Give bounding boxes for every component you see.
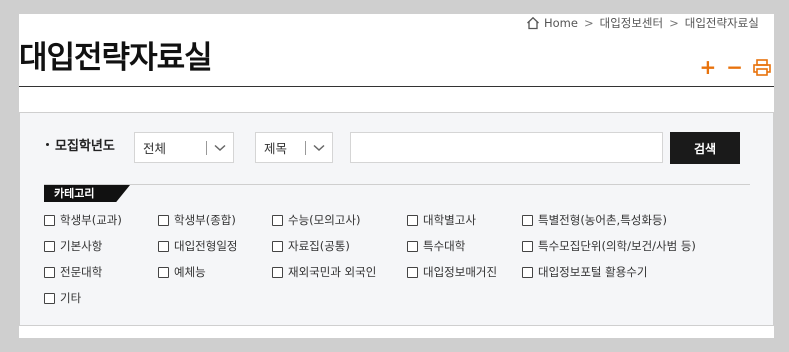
title-divider [19,86,774,87]
category-checkbox-item[interactable]: 자료집(공통) [272,238,350,254]
checkbox-label: 기본사항 [60,239,103,253]
checkbox-label: 수능(모의고사) [288,213,361,227]
checkbox[interactable] [272,266,283,278]
checkbox[interactable] [272,214,283,226]
search-button[interactable]: 검색 [670,132,740,164]
page-title: 대입전략자료실 [19,40,213,76]
category-checkbox-item[interactable]: 대입정보매거진 [407,264,497,280]
checkbox-label: 학생부(교과) [60,213,122,227]
checkbox[interactable] [407,214,418,226]
checkbox[interactable] [158,240,169,252]
checkbox[interactable] [407,266,418,278]
breadcrumb-level2[interactable]: 대입전략자료실 [685,15,759,31]
year-label-text: 모집학년도 [55,139,115,154]
category-checkbox-item[interactable]: 특수대학 [407,238,465,254]
checkbox[interactable] [44,292,55,304]
checkbox-label: 전문대학 [60,265,103,279]
category-checkbox-item[interactable]: 예체능 [158,264,206,280]
breadcrumb-level1[interactable]: 대입정보센터 [600,15,663,31]
field-select-value: 제목 [264,141,288,156]
zoom-in-button[interactable]: + [699,57,716,77]
checkbox[interactable] [44,240,55,252]
breadcrumb-separator: > [583,16,594,30]
checkbox-label: 특별전형(농어촌,특성화등) [538,213,668,227]
year-filter-label: 모집학년도 [46,135,115,154]
breadcrumb-home[interactable]: Home [544,16,578,30]
search-field-select[interactable]: 제목 [255,132,333,163]
checkbox-label: 특수모집단위(의학/보건/사범 등) [538,239,696,253]
category-checkbox-item[interactable]: 수능(모의고사) [272,212,360,228]
category-label: 카테고리 [44,185,130,202]
search-panel: 모집학년도 전체 제목 검색 카테고리 학생부(교과) 학생부(종합) 수능(모의고… [19,112,774,326]
checkbox-label: 대입정보포털 활용수기 [538,265,648,279]
checkbox-label: 기타 [60,291,82,305]
checkbox-label: 대입전형일정 [174,239,238,253]
checkbox[interactable] [44,266,55,278]
print-icon[interactable] [753,58,771,76]
checkbox-label: 대입정보매거진 [423,265,498,279]
category-checkbox-item[interactable]: 기타 [44,290,81,306]
category-checkbox-item[interactable]: 전문대학 [44,264,102,280]
chevron-down-icon [306,144,332,152]
category-checkbox-item[interactable]: 대입전형일정 [158,238,237,254]
category-checkbox-item[interactable]: 학생부(종합) [158,212,236,228]
checkbox-label: 특수대학 [423,239,466,253]
checkbox[interactable] [44,214,55,226]
checkbox-label: 예체능 [174,265,206,279]
checkbox[interactable] [272,240,283,252]
page-content: Home > 대입정보센터 > 대입전략자료실 대입전략자료실 + − 모집학년… [19,14,774,338]
breadcrumb-separator: > [669,16,679,30]
category-checkbox-item[interactable]: 학생부(교과) [44,212,122,228]
checkbox[interactable] [407,240,418,252]
bullet-icon [46,143,49,146]
page-tools: + − [699,57,771,77]
checkbox[interactable] [158,214,169,226]
category-checkbox-item[interactable]: 재외국민과 외국인 [272,264,376,280]
checkbox-label: 재외국민과 외국인 [288,265,377,279]
year-select[interactable]: 전체 [134,132,234,163]
home-icon[interactable] [526,16,540,30]
category-checkbox-item[interactable]: 특별전형(농어촌,특성화등) [522,212,667,228]
checkbox-label: 대학별고사 [423,213,476,227]
category-divider [44,184,750,185]
category-checkbox-item[interactable]: 대학별고사 [407,212,476,228]
checkbox-label: 학생부(종합) [174,213,236,227]
checkbox[interactable] [158,266,169,278]
checkbox[interactable] [522,214,533,226]
checkbox-label: 자료집(공통) [288,239,350,253]
zoom-out-button[interactable]: − [726,57,743,77]
chevron-down-icon [207,144,233,152]
category-checkbox-item[interactable]: 기본사항 [44,238,102,254]
checkbox[interactable] [522,240,533,252]
category-checkbox-item[interactable]: 특수모집단위(의학/보건/사범 등) [522,238,696,254]
breadcrumb: Home > 대입정보센터 > 대입전략자료실 [526,14,759,32]
year-select-value: 전체 [143,141,167,156]
search-input[interactable] [350,132,663,163]
category-checkbox-item[interactable]: 대입정보포털 활용수기 [522,264,647,280]
checkbox[interactable] [522,266,533,278]
